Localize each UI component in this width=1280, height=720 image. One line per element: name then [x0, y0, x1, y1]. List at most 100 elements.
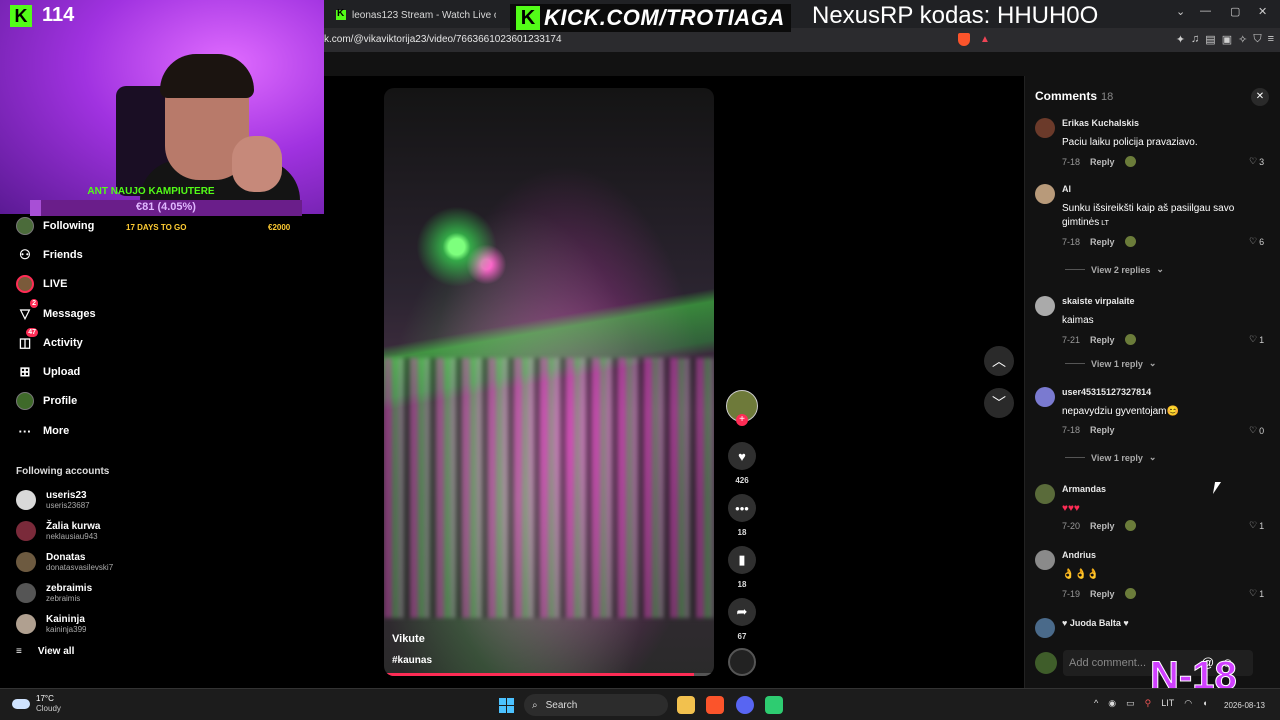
tab-list-icon[interactable]: ⌄	[1176, 5, 1185, 18]
maximize-icon[interactable]: ▢	[1230, 5, 1240, 18]
comment-like[interactable]: ♡ 0	[1249, 425, 1264, 436]
account-username: neklausiau943	[46, 531, 98, 541]
windows-start-icon[interactable]	[499, 698, 514, 713]
video-player[interactable]: Vikute #kaunas	[384, 88, 714, 676]
reply-button[interactable]: Reply	[1090, 157, 1115, 167]
chevron-down-icon: ⌄	[1148, 452, 1157, 462]
close-comments-icon[interactable]: ✕	[1251, 88, 1269, 106]
commenter-avatar[interactable]	[1035, 184, 1055, 204]
commenter-avatar[interactable]	[1035, 387, 1055, 407]
account-username: donatasvasilevski7	[46, 562, 114, 572]
tray-app-icon[interactable]: ◉	[1108, 698, 1116, 709]
account-avatar	[16, 490, 36, 510]
menu-icon[interactable]: ≡	[1268, 33, 1274, 46]
tray-language[interactable]: LIT	[1161, 698, 1174, 709]
tray-display-icon[interactable]: ▭	[1126, 698, 1135, 709]
view-replies-button[interactable]: View 2 replies ⌄	[1065, 264, 1164, 275]
sidebar-item-profile[interactable]: Profile	[16, 390, 77, 412]
commenter-name[interactable]: Erikas Kuchalskis	[1062, 118, 1139, 128]
following-account[interactable]: Žalia kurwa neklausiau943	[16, 519, 100, 543]
reply-button[interactable]: Reply	[1090, 335, 1115, 345]
extensions-icon[interactable]: ✦	[1176, 33, 1185, 46]
heart-outline-icon: ♡	[1249, 520, 1258, 530]
commenter-avatar[interactable]	[1035, 618, 1055, 638]
video-author[interactable]: Vikute	[392, 633, 425, 645]
comment-like[interactable]: ♡ 6	[1249, 236, 1264, 247]
leo-icon[interactable]: ✧	[1238, 33, 1247, 46]
view-replies-button[interactable]: View 1 reply ⌄	[1065, 358, 1156, 369]
commenter-name[interactable]: Andrius	[1062, 550, 1096, 560]
commenter-avatar[interactable]	[1035, 484, 1055, 504]
sidebar-item-live[interactable]: LIVE	[16, 273, 67, 295]
brave-rewards-icon[interactable]: ▲	[980, 34, 990, 45]
commenter-name[interactable]: Al	[1062, 184, 1071, 194]
list-icon: ≡	[16, 646, 22, 657]
commenter-name[interactable]: user45315127327814	[1062, 387, 1151, 397]
vpn-icon[interactable]: ⛉	[1253, 33, 1261, 46]
commenter-name[interactable]: ♥ Juoda Balta ♥	[1062, 618, 1129, 628]
comment-like-count: 1	[1259, 520, 1265, 531]
reply-button[interactable]: Reply	[1090, 425, 1115, 435]
follow-plus-icon[interactable]: +	[736, 414, 748, 426]
taskbar-search[interactable]: ⌕ Search	[524, 694, 668, 716]
sidebar-item-messages[interactable]: ▽ 2 Messages	[16, 299, 96, 325]
search-icon: ⌕	[532, 699, 538, 711]
brave-browser-icon[interactable]	[706, 696, 724, 714]
commenter-avatar[interactable]	[1035, 118, 1055, 138]
commenter-name[interactable]: skaiste virpalaite	[1062, 296, 1135, 306]
video-hashtag[interactable]: #kaunas	[392, 655, 432, 666]
commenter-avatar[interactable]	[1035, 296, 1055, 316]
comment-like[interactable]: ♡ 3	[1249, 156, 1264, 167]
file-explorer-icon[interactable]	[677, 696, 695, 714]
comment-like[interactable]: ♡ 1	[1249, 588, 1264, 599]
view-replies-button[interactable]: View 1 reply ⌄	[1065, 452, 1156, 463]
music-disc-icon[interactable]	[728, 648, 756, 676]
sidebar-item-more[interactable]: ··· More	[16, 420, 70, 442]
bookmark-icon[interactable]: ▮	[728, 546, 756, 574]
microphone-icon[interactable]: ⚲	[1145, 698, 1152, 709]
taskbar-date[interactable]: 2026-08-13	[1224, 701, 1265, 710]
following-account[interactable]: Donatas donatasvasilevski7	[16, 550, 113, 574]
comment-like[interactable]: ♡ 1	[1249, 334, 1264, 345]
commenter-avatar[interactable]	[1035, 550, 1055, 570]
sidebar-item-friends[interactable]: ⚇ Friends	[16, 244, 83, 266]
app-icon[interactable]	[765, 696, 783, 714]
comment-bubble-icon[interactable]: •••	[728, 494, 756, 522]
heart-outline-icon: ♡	[1249, 156, 1258, 166]
sidebar-item-upload[interactable]: ⊞ Upload	[16, 361, 81, 383]
following-account[interactable]: Kaininja kaininja399	[16, 612, 86, 636]
discord-icon[interactable]	[736, 696, 754, 714]
video-progress-bar[interactable]	[384, 673, 714, 676]
following-account[interactable]: useris23 useris23687	[16, 488, 90, 512]
commenter-name[interactable]: Armandas	[1062, 484, 1106, 494]
next-video-chevron-down-icon[interactable]: ﹀	[984, 388, 1014, 418]
tray-chevron-up-icon[interactable]: ^	[1094, 698, 1098, 709]
weather-widget[interactable]: 17°C Cloudy	[12, 694, 61, 714]
browser-tab[interactable]: leonas123 Stream - Watch Live on Ki	[336, 4, 496, 26]
creator-liked-avatar	[1124, 236, 1136, 247]
reply-button[interactable]: Reply	[1090, 589, 1115, 599]
media-icon[interactable]: ♫	[1191, 33, 1199, 46]
following-account[interactable]: zebraimis zebraimis	[16, 581, 92, 605]
sidebar-toggle-icon[interactable]: ▤	[1205, 33, 1215, 46]
wifi-icon[interactable]: ◠	[1184, 698, 1192, 709]
wallet-icon[interactable]: ▣	[1222, 33, 1232, 46]
share-arrow-icon[interactable]: ➦	[728, 598, 756, 626]
comments-header: Comments 18	[1035, 89, 1113, 103]
more-icon: ···	[18, 423, 32, 439]
url-field[interactable]: k.com/@vikaviktorija23/video/76636610236…	[324, 34, 562, 45]
close-window-icon[interactable]: ✕	[1258, 5, 1267, 18]
reply-button[interactable]: Reply	[1090, 521, 1115, 531]
brave-shield-icon[interactable]	[958, 33, 970, 46]
volume-icon[interactable]: ◖	[1202, 698, 1207, 709]
sidebar-item-activity[interactable]: ◫ 47 Activity	[16, 328, 83, 354]
heart-outline-icon: ♡	[1249, 425, 1258, 435]
view-all-following-button[interactable]: ≡ View all	[16, 646, 74, 657]
like-heart-icon[interactable]: ♥	[728, 442, 756, 470]
minimize-icon[interactable]: —	[1200, 5, 1211, 17]
view-replies-label: View 1 reply	[1091, 452, 1143, 463]
reply-button[interactable]: Reply	[1090, 237, 1115, 247]
comment-like-count: 6	[1259, 236, 1265, 247]
comment-like[interactable]: ♡ 1	[1249, 520, 1264, 531]
previous-video-chevron-up-icon[interactable]: ︿	[984, 346, 1014, 376]
